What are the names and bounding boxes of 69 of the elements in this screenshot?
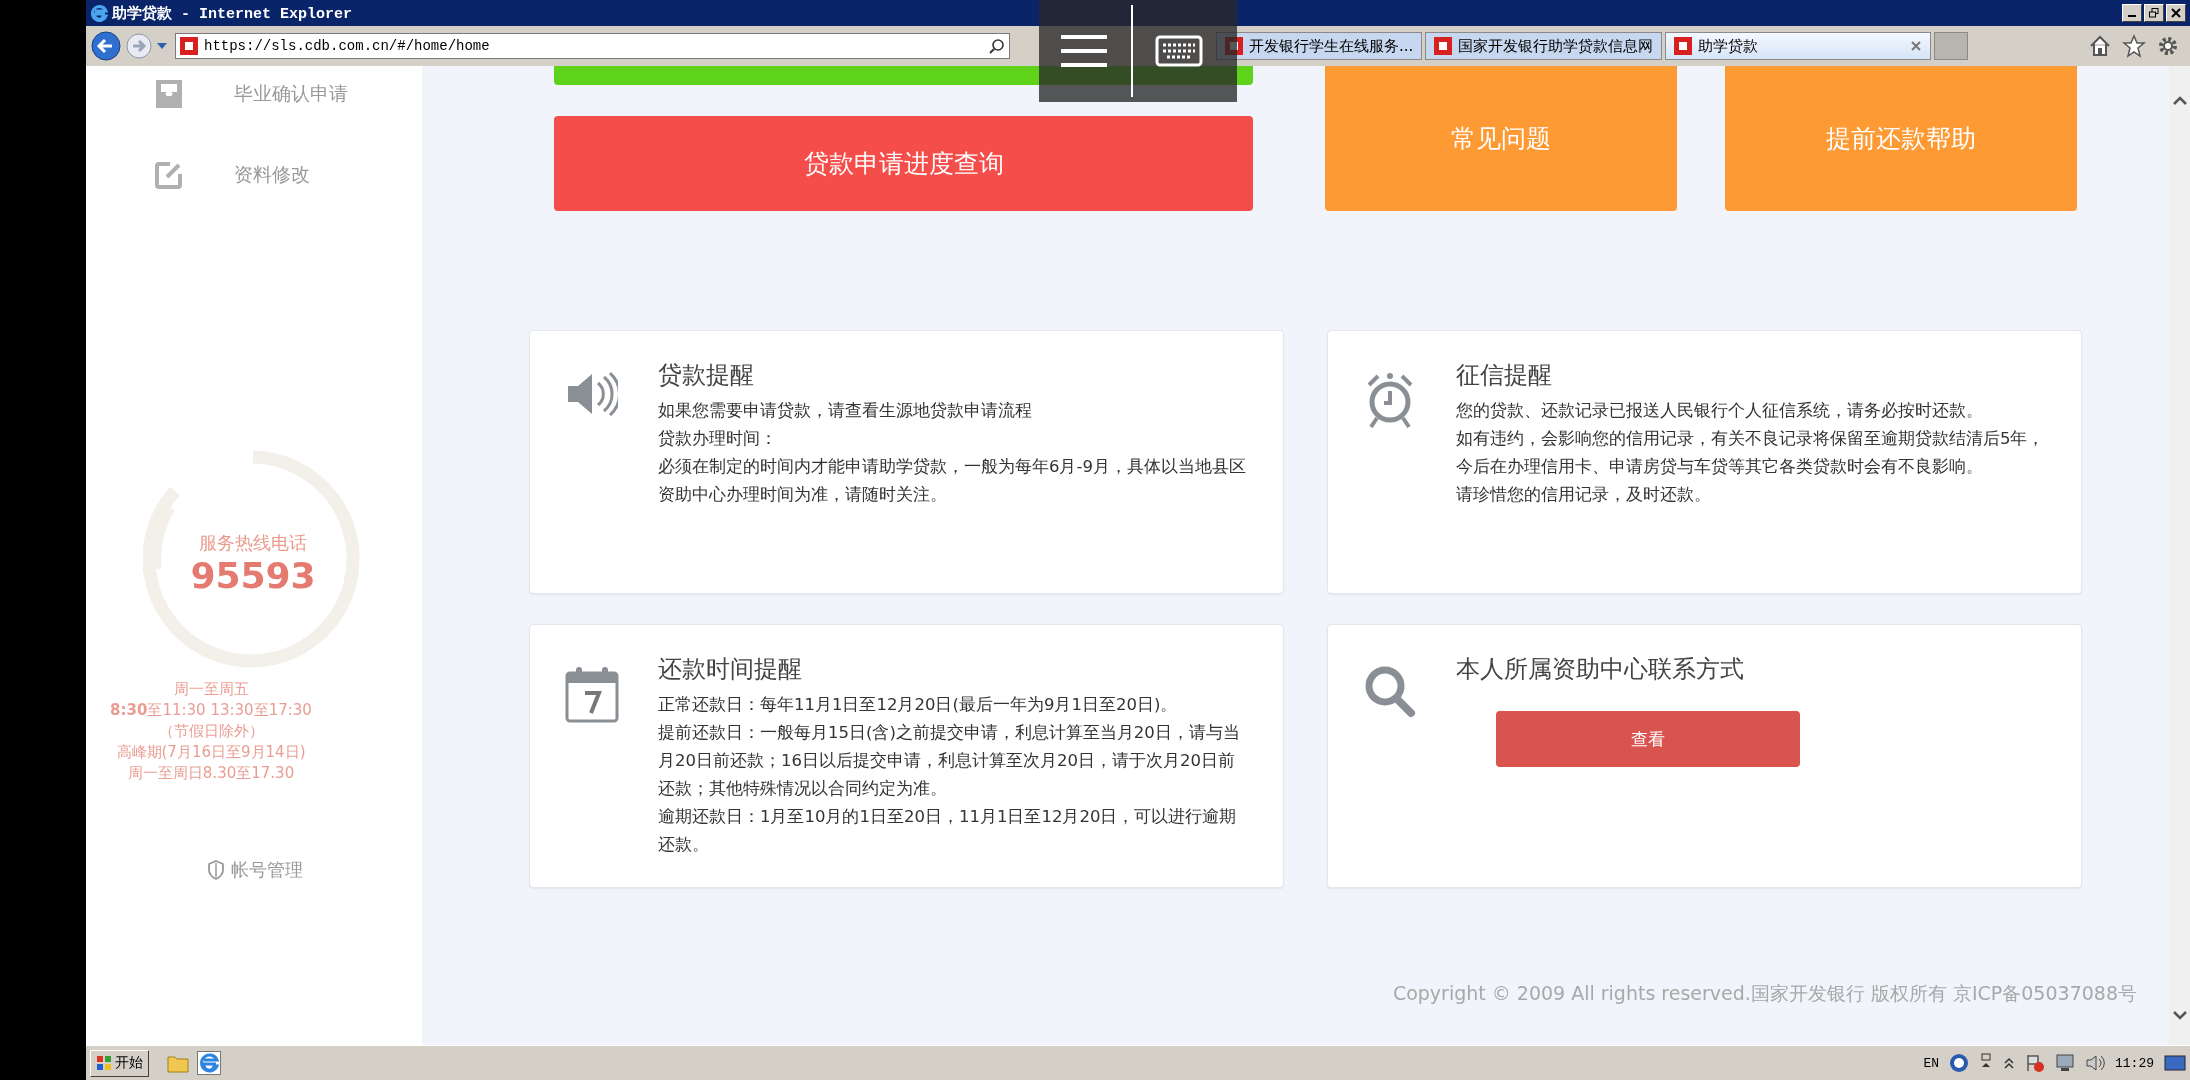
site-favicon-icon [180, 37, 198, 55]
close-icon [2171, 8, 2181, 18]
browser-logo-icon [90, 4, 108, 22]
address-field[interactable]: https://sls.cdb.com.cn/#/home/home [175, 33, 1010, 59]
card-title: 本人所属资助中心联系方式 [1456, 654, 1745, 685]
start-button[interactable]: 开始 [90, 1049, 149, 1077]
search-icon[interactable] [989, 38, 1005, 54]
card-text: 您的贷款、还款记录已报送人民银行个人征信系统，请务必按时还款。 [1456, 400, 1984, 422]
copyright-text: Copyright © 2009 All rights reserved.国家开发银行 版权所有 京ICP备05037088号 [1392, 981, 2137, 1006]
site-favicon-icon [1674, 37, 1693, 55]
speaker-icon[interactable] [2085, 1054, 2105, 1072]
alarm-clock-icon [1365, 371, 1415, 429]
close-tab-icon[interactable] [1910, 40, 1923, 52]
search-icon [1364, 665, 1416, 719]
close-button[interactable] [2166, 4, 2186, 22]
tab-label: 开发银行学生在线服务... [1249, 36, 1414, 56]
card-text: 贷款办理时间： [658, 428, 778, 450]
floating-toolbar[interactable] [1039, 0, 1237, 102]
flag-alert-icon[interactable] [2025, 1053, 2045, 1073]
monitor-icon[interactable] [2055, 1053, 2075, 1073]
home-icon[interactable] [2088, 34, 2112, 58]
hotline-number: 95593 [190, 554, 316, 596]
keyboard-icon[interactable] [1155, 35, 1203, 67]
card-text: 如有违约，会影响您的信用记录，有关不良记录将保留至逾期贷款结清后5年，今后在办理信用卡、申请房贷与车贷等其它各类贷款时会有不良影响。 [1456, 428, 2046, 478]
hotline-label: 服务热线电话 [199, 530, 307, 555]
site-favicon-icon [1434, 37, 1453, 55]
scrollbar[interactable] [2169, 66, 2190, 1045]
clock[interactable]: 11:29 [2115, 1055, 2154, 1071]
minimize-button[interactable] [2122, 4, 2142, 22]
language-indicator[interactable]: EN [1923, 1055, 1939, 1071]
service-hours: 8:30至11:30 13:30至17:30 [110, 700, 312, 721]
inbox-icon [154, 79, 184, 109]
restore-button[interactable] [2144, 4, 2164, 22]
dropdown-arrow-icon[interactable] [156, 42, 168, 50]
restore-icon [2149, 8, 2159, 18]
settings-icon[interactable] [2156, 34, 2180, 58]
browser-tab[interactable]: 国家开发银行助学贷款信息网 [1425, 32, 1663, 60]
service-hours: 周一至周五 [173, 679, 249, 700]
edit-icon [154, 160, 184, 190]
view-button[interactable]: 查看 [1496, 711, 1800, 767]
browser-tab[interactable]: 助学贷款 [1665, 32, 1932, 60]
tab-label: 助学贷款 [1698, 36, 1759, 56]
star-icon[interactable] [2122, 34, 2146, 58]
card-text: 必须在制定的时间内才能申请助学贷款，一般为每年6月-9月，具体以当地县区资助中心办理时间为准，请随时关注。 [658, 456, 1247, 506]
card-text: 正常还款日：每年11月1日至12月20日(最后一年为9月1日至20日)。 [658, 694, 1179, 716]
service-hours: 周一至周日8.30至17.30 [127, 763, 295, 784]
card-title: 还款时间提醒 [658, 654, 803, 685]
service-hours: （节假日除外） [158, 721, 264, 742]
scroll-down-icon[interactable] [2173, 1010, 2187, 1020]
shield-icon [207, 860, 225, 880]
card-text: 如果您需要申请贷款，请查看生源地贷款申请流程 [658, 400, 1033, 422]
windows-logo-icon [96, 1055, 112, 1071]
browser-logo-icon[interactable] [197, 1051, 221, 1075]
tab-label: 国家开发银行助学贷款信息网 [1458, 36, 1654, 56]
scroll-up-icon[interactable] [2173, 96, 2187, 106]
window-title: 助学贷款 - Internet Explorer [112, 4, 353, 23]
help-icon[interactable] [1949, 1053, 1969, 1073]
card-title: 贷款提醒 [658, 360, 755, 391]
show-desktop-icon[interactable] [2164, 1054, 2186, 1072]
menu-icon[interactable] [1059, 34, 1109, 68]
card-text: 请珍惜您的信用记录，及时还款。 [1456, 484, 1712, 506]
card-text: 提前还款日：一般每月15日(含)之前提交申请，利息计算至当月20日，请与当月20日前还款；16日以后提交申请，利息计算至次月20日，请于次月20日前还款；其他特殊情况以合同约定为准。 [658, 722, 1241, 800]
up-arrows-icon[interactable] [2003, 1056, 2015, 1070]
card-title: 征信提醒 [1456, 360, 1553, 391]
service-hours: 高峰期(7月16日至9月14日) [116, 742, 306, 763]
speaker-icon [566, 371, 618, 417]
calendar-icon [565, 665, 619, 723]
card-text: 逾期还款日：1月至10月的1日至20日，11月1日至12月20日，可以进行逾期还款。 [658, 806, 1238, 856]
back-button[interactable] [90, 30, 122, 62]
